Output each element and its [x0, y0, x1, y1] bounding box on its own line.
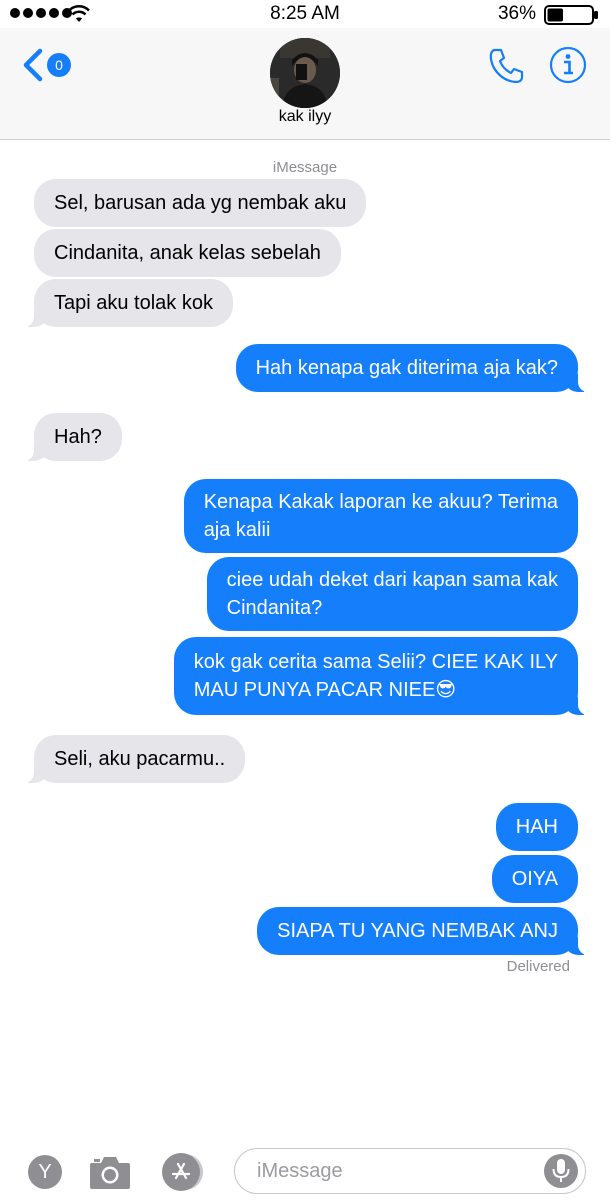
message-bubble-outgoing[interactable]: SIAPA TU YANG NEMBAK ANJ [257, 907, 592, 955]
message-bubble-incoming[interactable]: Sel, barusan ada yg nembak aku [34, 179, 367, 227]
message-text: OIYA [511, 868, 558, 890]
contact-name[interactable]: kak ilyy [0, 108, 610, 126]
app-store-icon[interactable] [162, 1153, 200, 1191]
message-bubble-incoming[interactable]: Seli, aku pacarmu.. [19, 735, 246, 783]
microphone-icon[interactable] [544, 1154, 578, 1188]
message-text: Kenapa Kakak laporan ke akuu? Terima aja… [203, 491, 558, 541]
message-text: kok gak cerita sama Selii? CIEE KAK ILY … [193, 651, 558, 701]
message-bubble-outgoing[interactable]: ciee udah deket dari kapan sama kak Cind… [206, 557, 578, 631]
message-text: Sel, barusan ada yg nembak aku [54, 192, 347, 214]
message-bubble-outgoing[interactable]: OIYA [491, 855, 578, 903]
contact-avatar[interactable] [270, 38, 340, 108]
message-bubble-incoming[interactable]: Tapi aku tolak kok [20, 279, 233, 327]
message-text: Hah? [54, 426, 102, 448]
message-bubble-outgoing[interactable]: Hah kenapa gak diterima aja kak? [235, 344, 593, 392]
message-bubble-outgoing[interactable]: kok gak cerita sama Selii? CIEE KAK ILY … [173, 637, 593, 715]
delivered-status: Delivered [506, 958, 570, 975]
back-button[interactable]: 0 [22, 48, 71, 82]
message-text: SIAPA TU YANG NEMBAK ANJ [277, 920, 558, 942]
message-bubble-incoming[interactable]: Hah? [20, 413, 122, 461]
chevron-left-icon [23, 48, 43, 82]
avatar-photo [270, 38, 340, 108]
conversation-header: 0 kak ilyy [0, 28, 610, 140]
message-text: Tapi aku tolak kok [54, 292, 213, 314]
camera-icon[interactable] [88, 1153, 132, 1191]
message-text: ciee udah deket dari kapan sama kak Cind… [226, 569, 558, 619]
message-bubble-incoming[interactable]: Cindanita, anak kelas sebelah [34, 229, 341, 277]
message-text: Hah kenapa gak diterima aja kak? [255, 357, 558, 379]
message-text: Cindanita, anak kelas sebelah [54, 242, 321, 264]
unread-count-badge: 0 [47, 53, 71, 77]
battery-percent: 36% [497, 3, 536, 24]
service-label: iMessage [272, 159, 338, 176]
status-bar: 8:25 AM 36% [0, 0, 610, 28]
message-bubble-outgoing[interactable]: HAH [495, 803, 578, 851]
app-store-glyph-icon [171, 1162, 191, 1180]
info-icon[interactable] [548, 45, 588, 85]
microphone-glyph-icon [552, 1159, 570, 1182]
message-input-bar: Y iMessage [0, 1140, 610, 1200]
message-bubble-outgoing[interactable]: Kenapa Kakak laporan ke akuu? Terima aja… [183, 479, 578, 553]
message-text: HAH [515, 816, 558, 838]
y-app-icon[interactable]: Y [28, 1155, 62, 1189]
message-input[interactable]: iMessage [234, 1148, 586, 1194]
message-text: Seli, aku pacarmu.. [54, 748, 226, 770]
phone-icon[interactable] [486, 46, 526, 86]
battery-icon [544, 5, 598, 25]
